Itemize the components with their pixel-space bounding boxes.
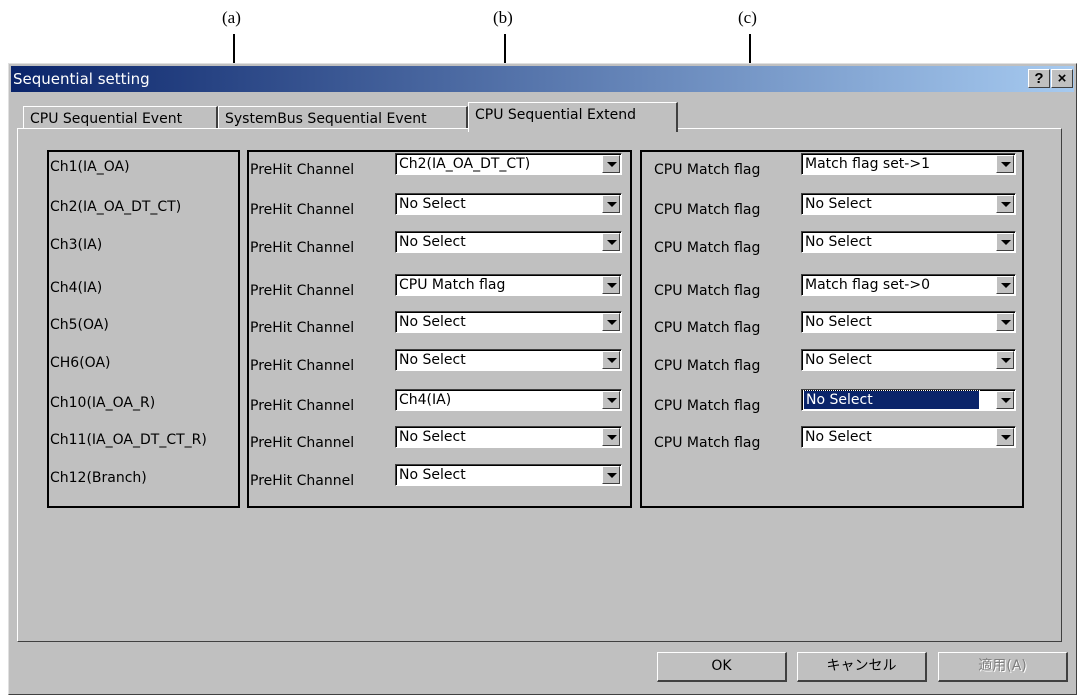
prehit-channel-select[interactable]: No Select (395, 193, 622, 215)
prehit-channel-select[interactable]: No Select (395, 231, 622, 253)
dropdown-arrow-icon[interactable] (602, 466, 620, 484)
prehit-channel-select[interactable]: No Select (395, 311, 622, 333)
match-flag-select[interactable]: No Select (801, 193, 1016, 215)
prehit-value: Ch2(IA_OA_DT_CT) (399, 156, 531, 172)
help-button[interactable]: ? (1028, 69, 1050, 88)
dropdown-arrow-icon[interactable] (996, 155, 1014, 173)
match-value: No Select (805, 429, 872, 445)
callout-a: (a) (222, 8, 241, 27)
close-button[interactable]: × (1051, 69, 1073, 88)
match-value: No Select (805, 314, 872, 330)
prehit-label: PreHit Channel (250, 283, 355, 299)
prehit-label: PreHit Channel (250, 358, 355, 374)
match-flag-label: CPU Match flag (654, 202, 761, 218)
ok-button[interactable]: OK (657, 652, 787, 682)
prehit-value: CPU Match flag (399, 277, 506, 293)
channel-label: Ch12(Branch) (50, 470, 147, 486)
prehit-value: No Select (399, 467, 466, 483)
title-bar: Sequential setting ? × (11, 66, 1074, 92)
match-flag-label: CPU Match flag (654, 398, 761, 414)
match-flag-label: CPU Match flag (654, 162, 761, 178)
channel-label: Ch4(IA) (50, 280, 103, 296)
dropdown-arrow-icon[interactable] (602, 155, 620, 173)
channel-label: Ch1(IA_OA) (50, 159, 130, 175)
match-flag-select[interactable]: No Select (801, 311, 1016, 333)
dropdown-arrow-icon[interactable] (996, 233, 1014, 251)
match-value: No Select (803, 390, 980, 410)
prehit-channel-select[interactable]: No Select (395, 426, 622, 448)
match-flag-select[interactable]: No Select (801, 231, 1016, 253)
callout-c: (c) (738, 8, 757, 27)
prehit-value: No Select (399, 234, 466, 250)
channel-label: Ch10(IA_OA_R) (50, 395, 156, 411)
match-flag-label: CPU Match flag (654, 358, 761, 374)
dropdown-arrow-icon[interactable] (602, 391, 620, 409)
prehit-label: PreHit Channel (250, 240, 355, 256)
prehit-channel-select[interactable]: Ch2(IA_OA_DT_CT) (395, 153, 622, 175)
prehit-value: Ch4(IA) (399, 392, 452, 408)
match-flag-select[interactable]: Match flag set->0 (801, 274, 1016, 296)
callout-b: (b) (493, 8, 513, 27)
match-flag-select[interactable]: No Select (801, 426, 1016, 448)
prehit-label: PreHit Channel (250, 162, 355, 178)
channel-label: Ch2(IA_OA_DT_CT) (50, 199, 182, 215)
match-value: No Select (805, 196, 872, 212)
match-flag-label: CPU Match flag (654, 435, 761, 451)
prehit-channel-select[interactable]: CPU Match flag (395, 274, 622, 296)
prehit-label: PreHit Channel (250, 398, 355, 414)
prehit-label: PreHit Channel (250, 435, 355, 451)
channel-label: Ch5(OA) (50, 317, 109, 333)
dropdown-arrow-icon[interactable] (602, 428, 620, 446)
dropdown-arrow-icon[interactable] (996, 428, 1014, 446)
dropdown-arrow-icon[interactable] (996, 351, 1014, 369)
channel-label: Ch11(IA_OA_DT_CT_R) (50, 432, 207, 448)
prehit-channel-select[interactable]: Ch4(IA) (395, 389, 622, 411)
match-flag-label: CPU Match flag (654, 283, 761, 299)
channel-label: Ch3(IA) (50, 237, 103, 253)
dropdown-arrow-icon[interactable] (602, 351, 620, 369)
prehit-value: No Select (399, 196, 466, 212)
prehit-value: No Select (399, 429, 466, 445)
window-title: Sequential setting (13, 70, 150, 88)
dropdown-arrow-icon[interactable] (996, 276, 1014, 294)
dropdown-arrow-icon[interactable] (602, 233, 620, 251)
dropdown-arrow-icon[interactable] (996, 195, 1014, 213)
match-value: Match flag set->1 (805, 156, 930, 172)
match-flag-select[interactable]: Match flag set->1 (801, 153, 1016, 175)
match-value: No Select (805, 352, 872, 368)
match-flag-label: CPU Match flag (654, 240, 761, 256)
channel-label: CH6(OA) (50, 355, 111, 371)
dropdown-arrow-icon[interactable] (996, 391, 1014, 409)
dropdown-arrow-icon[interactable] (602, 313, 620, 331)
match-value: No Select (805, 234, 872, 250)
match-flag-label: CPU Match flag (654, 320, 761, 336)
dropdown-arrow-icon[interactable] (602, 276, 620, 294)
prehit-label: PreHit Channel (250, 320, 355, 336)
dropdown-arrow-icon[interactable] (996, 313, 1014, 331)
prehit-label: PreHit Channel (250, 202, 355, 218)
prehit-value: No Select (399, 314, 466, 330)
match-flag-select[interactable]: No Select (801, 349, 1016, 371)
tab-cpu-sequential-extend[interactable]: CPU Sequential Extend (468, 102, 678, 132)
prehit-value: No Select (399, 352, 466, 368)
prehit-label: PreHit Channel (250, 473, 355, 489)
match-value: Match flag set->0 (805, 277, 930, 293)
match-flag-select-focused[interactable]: No Select (801, 389, 1016, 411)
prehit-channel-select[interactable]: No Select (395, 349, 622, 371)
prehit-channel-select[interactable]: No Select (395, 464, 622, 486)
dropdown-arrow-icon[interactable] (602, 195, 620, 213)
apply-button[interactable]: 適用(A) (938, 652, 1068, 682)
cancel-button[interactable]: キャンセル (797, 652, 927, 682)
